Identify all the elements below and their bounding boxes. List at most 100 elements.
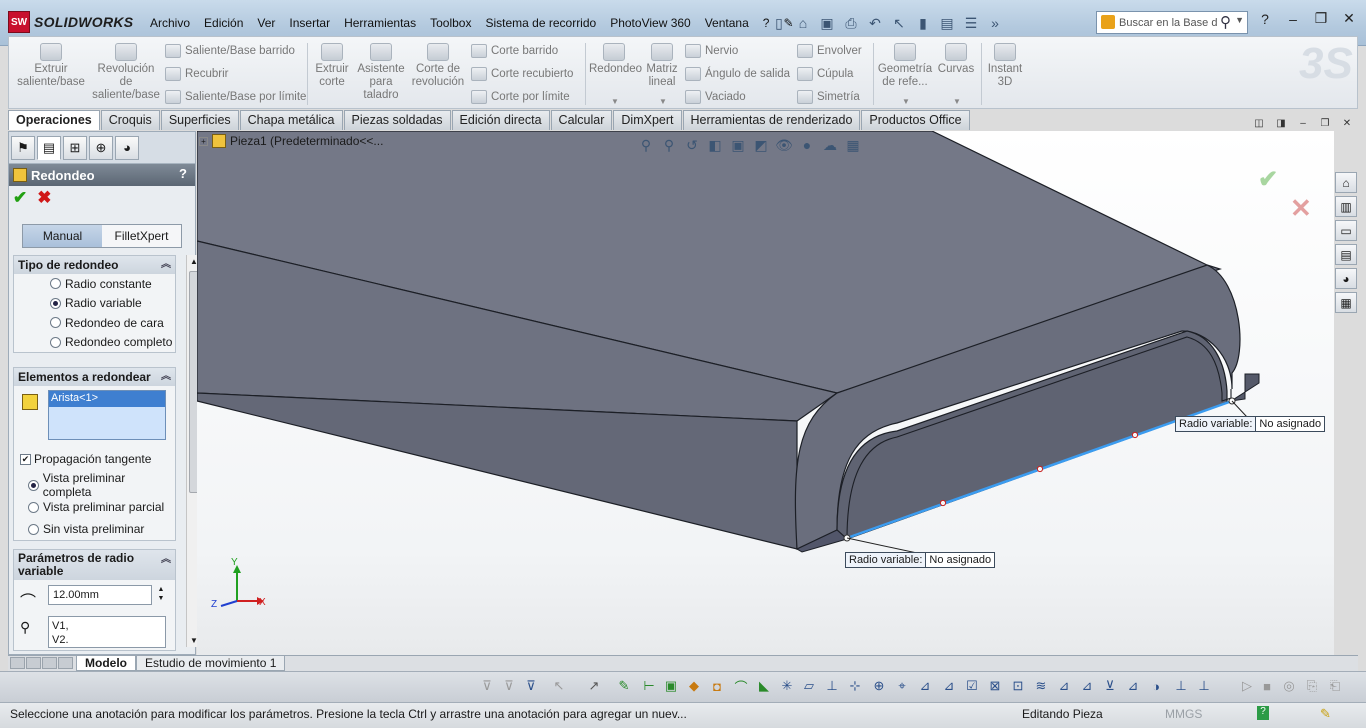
view-orientation-icon[interactable]: ▣ xyxy=(729,136,747,154)
chevron-down-icon[interactable]: ▼ xyxy=(611,97,619,106)
extrude-icon[interactable]: ▣ xyxy=(662,677,680,695)
viewport-minimize-icon[interactable]: – xyxy=(1296,118,1310,130)
checkbox-checked[interactable]: ✔ xyxy=(20,453,31,465)
menu-sistema-recorrido[interactable]: Sistema de recorrido xyxy=(478,16,603,30)
tab-productos-office[interactable]: Productos Office xyxy=(861,110,970,130)
chevron-down-icon[interactable]: ▼ xyxy=(659,97,667,106)
rib-button[interactable]: Nervio xyxy=(685,42,738,60)
menu-ver[interactable]: Ver xyxy=(250,16,282,30)
appearance-icon[interactable]: ◑ xyxy=(1147,677,1165,695)
configuration-manager-tab-icon[interactable]: ⊞ xyxy=(63,135,87,160)
filter-vertices-icon[interactable]: ⊽ xyxy=(500,677,518,695)
feature-tree-breadcrumb[interactable]: + Pieza1 (Predeterminado<<... xyxy=(199,134,383,148)
menu-ventana[interactable]: Ventana xyxy=(698,16,756,30)
mirror-button[interactable]: Simetría xyxy=(797,88,860,106)
draft-analysis-icon[interactable]: ⊿ xyxy=(1055,677,1073,695)
collapse-icon[interactable]: ︽ xyxy=(161,256,171,274)
property-manager-tab-icon[interactable]: ▤ xyxy=(37,135,61,160)
radio-button[interactable] xyxy=(50,336,61,348)
chevron-down-icon[interactable]: ▼ xyxy=(953,97,961,106)
dimxpert-manager-tab-icon[interactable]: ⊕ xyxy=(89,135,113,160)
view-palette-icon[interactable]: ▤ xyxy=(1335,244,1357,265)
tab-herramientas-renderizado[interactable]: Herramientas de renderizado xyxy=(682,110,861,130)
menu-photoview[interactable]: PhotoView 360 xyxy=(603,16,698,30)
radio-face-fillet[interactable]: Redondeo de cara xyxy=(14,313,175,333)
tab-piezas-soldadas[interactable]: Piezas soldadas xyxy=(343,110,451,130)
reference-point-icon[interactable]: ✳ xyxy=(778,677,796,695)
radio-full-preview[interactable]: Vista preliminar completa xyxy=(14,471,174,499)
edit-appearance-icon[interactable]: ● xyxy=(798,136,816,154)
wrap-button[interactable]: Envolver xyxy=(797,42,862,60)
minimize-icon[interactable]: – xyxy=(1284,11,1302,27)
record-icon[interactable]: ◎ xyxy=(1280,677,1298,695)
variable-radius-header[interactable]: Parámetros de radio variable ︽ xyxy=(14,550,175,580)
radio-button-selected[interactable] xyxy=(50,297,61,309)
next-tab-icon[interactable] xyxy=(42,656,57,669)
loft-button[interactable]: Recubrir xyxy=(165,65,228,83)
interference-icon[interactable]: ⊠ xyxy=(986,677,1004,695)
ok-check-icon[interactable]: ✔ xyxy=(13,188,27,208)
app-logo[interactable]: SW SOLIDWORKS xyxy=(8,11,133,33)
chevron-down-icon[interactable]: ▼ xyxy=(1235,15,1244,25)
search-icon[interactable]: ⚲ xyxy=(1220,13,1231,31)
search-input[interactable]: Buscar en la Base d ⚲ ▼ xyxy=(1096,11,1248,34)
callout-value[interactable]: No asignado xyxy=(926,553,994,567)
fillet-icon[interactable]: ⌒ xyxy=(732,677,750,695)
selection-listbox[interactable]: Arista<1> xyxy=(48,390,166,440)
vertex-listbox[interactable]: V1, V2. xyxy=(48,616,166,648)
tab-chapa-metalica[interactable]: Chapa metálica xyxy=(239,110,343,130)
first-tab-icon[interactable] xyxy=(10,656,25,669)
radio-partial-preview[interactable]: Vista preliminar parcial xyxy=(14,496,174,518)
custom-properties-icon[interactable]: ▦ xyxy=(1335,292,1357,313)
align-icon[interactable]: ⊥ xyxy=(1172,677,1190,695)
reference-geometry-button[interactable]: Geometría de refe... xyxy=(877,43,933,89)
zoom-to-area-icon[interactable]: ⚲ xyxy=(660,136,678,154)
tab-edicion-directa[interactable]: Edición directa xyxy=(451,110,550,130)
revolve-cut-button[interactable]: Corte de revolución xyxy=(409,43,467,89)
appearances-icon[interactable]: ◕ xyxy=(1335,268,1357,289)
lofted-cut-button[interactable]: Corte recubierto xyxy=(471,65,573,83)
hole-wizard-button[interactable]: Asistente para taladro xyxy=(355,43,407,102)
tab-motion-study[interactable]: Estudio de movimiento 1 xyxy=(136,656,286,671)
extrude-cut-button[interactable]: Extruir corte xyxy=(311,43,353,89)
radius-stepper[interactable]: ▲ ▼ xyxy=(155,585,167,605)
graphics-area[interactable]: Y X Z xyxy=(197,131,1334,655)
display-manager-tab-icon[interactable]: ◕ xyxy=(115,135,139,160)
axis-icon[interactable]: ⊥ xyxy=(823,677,841,695)
cancel-x-icon[interactable]: ✖ xyxy=(37,188,51,208)
view-settings-icon[interactable]: ▦ xyxy=(844,136,862,154)
fillet-type-header[interactable]: Tipo de redondeo ︽ xyxy=(14,256,175,274)
help-icon[interactable]: ? xyxy=(1256,11,1274,27)
menu-insertar[interactable]: Insertar xyxy=(282,16,337,30)
callout-value[interactable]: No asignado xyxy=(1256,417,1324,431)
close-icon[interactable]: ✕ xyxy=(1340,10,1358,27)
check-icon[interactable]: ☑ xyxy=(963,677,981,695)
select-icon[interactable]: ↖ xyxy=(550,677,568,695)
boundary-boss-button[interactable]: Saliente/Base por límite xyxy=(165,88,306,106)
instant3d-button[interactable]: Instant 3D xyxy=(985,43,1025,89)
vertex-item[interactable]: V1, xyxy=(52,619,162,633)
new-document-icon[interactable]: ▯ xyxy=(770,14,788,32)
thickness-icon[interactable]: ⊿ xyxy=(1124,677,1142,695)
plane-icon[interactable]: ▱ xyxy=(800,677,818,695)
file-explorer-icon[interactable]: ▭ xyxy=(1335,220,1357,241)
viewport-tile-icon[interactable]: ◫ xyxy=(1252,118,1266,130)
coordinate-system-icon[interactable]: ⊹ xyxy=(846,677,864,695)
help-badge-icon[interactable]: ? xyxy=(1257,706,1269,720)
draft-button[interactable]: Ángulo de salida xyxy=(685,65,790,83)
cut-icon[interactable]: ◆ xyxy=(685,677,703,695)
extrude-boss-button[interactable]: Extruir saliente/base xyxy=(15,43,87,89)
radio-button[interactable] xyxy=(50,278,61,290)
radio-constant-radius[interactable]: Radio constante xyxy=(14,274,175,294)
paste-icon[interactable]: ⎗ xyxy=(1326,677,1344,695)
rebuild-icon[interactable]: ▮ xyxy=(914,14,932,32)
confirmation-cancel-icon[interactable]: ✕ xyxy=(1290,193,1312,224)
section-view-icon[interactable]: ◧ xyxy=(706,136,724,154)
filter-icon[interactable]: ⊽ xyxy=(478,677,496,695)
tab-calcular[interactable]: Calcular xyxy=(550,110,613,130)
radio-button[interactable] xyxy=(50,317,61,329)
play-icon[interactable]: ▷ xyxy=(1238,677,1256,695)
chamfer-icon[interactable]: ◣ xyxy=(755,677,773,695)
shell-button[interactable]: Vaciado xyxy=(685,88,746,106)
stop-icon[interactable]: ■ xyxy=(1258,677,1276,695)
